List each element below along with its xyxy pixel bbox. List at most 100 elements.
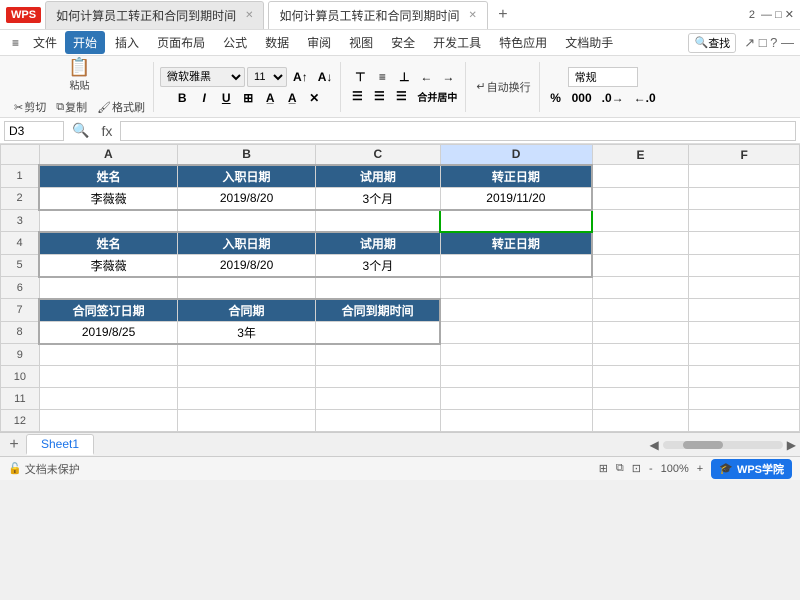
cell-r9-cC[interactable]: [316, 344, 440, 366]
cell-r10-cD[interactable]: [440, 366, 592, 388]
cell-r8-cE[interactable]: [592, 321, 689, 344]
ribbon-tab-special[interactable]: 特色应用: [491, 31, 555, 54]
cell-r11-cD[interactable]: [440, 388, 592, 410]
ribbon-tab-insert[interactable]: 插入: [107, 31, 147, 54]
row-number-11[interactable]: 11: [1, 388, 40, 410]
scroll-bar[interactable]: [663, 441, 783, 449]
doc-tab-2-close[interactable]: ✕: [468, 10, 476, 21]
cell-r6-cE[interactable]: [592, 277, 689, 299]
cell-r3-cF[interactable]: [689, 210, 800, 232]
cell-r7-cA[interactable]: 合同签订日期: [39, 299, 177, 322]
ribbon-tab-dev[interactable]: 开发工具: [425, 31, 489, 54]
row-number-12[interactable]: 12: [1, 410, 40, 432]
align-right-button[interactable]: ☰: [391, 88, 411, 104]
cell-r4-cC[interactable]: 试用期: [316, 232, 440, 255]
font-size-select[interactable]: 11: [247, 67, 287, 87]
thousands-button[interactable]: 000: [568, 90, 596, 106]
paste-button[interactable]: 📋 粘贴: [64, 56, 94, 94]
cell-r12-cD[interactable]: [440, 410, 592, 432]
new-tab-button[interactable]: +: [492, 4, 514, 26]
bold-button[interactable]: B: [172, 90, 192, 106]
row-number-7[interactable]: 7: [1, 299, 40, 322]
ribbon-tab-formula[interactable]: 公式: [215, 31, 255, 54]
zoom-out-icon[interactable]: -: [649, 463, 653, 475]
wps-academy-badge[interactable]: 🎓 WPS学院: [711, 459, 792, 479]
cell-r6-cC[interactable]: [316, 277, 440, 299]
copy-button[interactable]: ⧉ 复制: [52, 97, 91, 117]
cell-r4-cE[interactable]: [592, 232, 689, 255]
view-normal-icon[interactable]: ⊞: [599, 462, 608, 475]
cell-r8-cC[interactable]: [316, 321, 440, 344]
row-number-5[interactable]: 5: [1, 254, 40, 277]
cell-r7-cF[interactable]: [689, 299, 800, 322]
indent-inc-button[interactable]: →: [438, 69, 458, 85]
doc-tab-2[interactable]: 如何计算员工转正和合同到期时间 ✕: [268, 1, 487, 29]
cell-r9-cA[interactable]: [39, 344, 177, 366]
cell-r5-cC[interactable]: 3个月: [316, 254, 440, 277]
italic-button[interactable]: I: [194, 90, 214, 106]
cell-r5-cB[interactable]: 2019/8/20: [177, 254, 315, 277]
ribbon-tab-security[interactable]: 安全: [383, 31, 423, 54]
cell-r9-cD[interactable]: [440, 344, 592, 366]
formula-input[interactable]: [120, 121, 796, 141]
number-format-select[interactable]: 常规: [568, 67, 638, 87]
cell-r3-cB[interactable]: [177, 210, 315, 232]
cell-r2-cA[interactable]: 李薇薇: [39, 187, 177, 210]
cell-r4-cA[interactable]: 姓名: [39, 232, 177, 255]
cell-r6-cD[interactable]: [440, 277, 592, 299]
ribbon-tab-view[interactable]: 视图: [341, 31, 381, 54]
cell-r1-cB[interactable]: 入职日期: [177, 165, 315, 188]
cell-r7-cD[interactable]: [440, 299, 592, 322]
ribbon-tab-review[interactable]: 审阅: [299, 31, 339, 54]
cell-r12-cB[interactable]: [177, 410, 315, 432]
cell-r12-cC[interactable]: [316, 410, 440, 432]
sheet-add-button[interactable]: +: [4, 435, 24, 455]
ribbon-tab-data[interactable]: 数据: [257, 31, 297, 54]
cell-r10-cA[interactable]: [39, 366, 177, 388]
cell-r6-cB[interactable]: [177, 277, 315, 299]
decimal-inc-button[interactable]: .0→: [598, 90, 628, 106]
formula-search-icon[interactable]: 🔍: [68, 122, 93, 139]
cell-r11-cB[interactable]: [177, 388, 315, 410]
font-increase-button[interactable]: A↑: [289, 69, 312, 85]
align-center-button[interactable]: ☰: [369, 88, 389, 104]
cell-r9-cB[interactable]: [177, 344, 315, 366]
align-bottom-button[interactable]: ⊥: [394, 69, 414, 85]
cell-r2-cF[interactable]: [689, 187, 800, 210]
cell-r2-cD[interactable]: 2019/11/20: [440, 187, 592, 210]
cell-r10-cF[interactable]: [689, 366, 800, 388]
cell-r7-cE[interactable]: [592, 299, 689, 322]
doc-tab-1-close[interactable]: ✕: [245, 10, 253, 21]
ribbon-tab-assistant[interactable]: 文档助手: [557, 31, 621, 54]
cell-r2-cB[interactable]: 2019/8/20: [177, 187, 315, 210]
cell-r9-cE[interactable]: [592, 344, 689, 366]
cell-r2-cC[interactable]: 3个月: [316, 187, 440, 210]
ribbon-file-menu[interactable]: 文件: [27, 32, 63, 53]
cell-r6-cA[interactable]: [39, 277, 177, 299]
col-header-F[interactable]: F: [689, 145, 800, 165]
cell-r4-cB[interactable]: 入职日期: [177, 232, 315, 255]
formula-fx-icon[interactable]: fx: [97, 123, 116, 139]
row-number-3[interactable]: 3: [1, 210, 40, 232]
font-family-select[interactable]: 微软雅黑: [160, 67, 245, 87]
cell-r3-cE[interactable]: [592, 210, 689, 232]
col-header-B[interactable]: B: [177, 145, 315, 165]
cell-r3-cD[interactable]: [440, 210, 592, 232]
row-number-2[interactable]: 2: [1, 187, 40, 210]
cell-r8-cF[interactable]: [689, 321, 800, 344]
ribbon-tab-page-layout[interactable]: 页面布局: [149, 31, 213, 54]
align-top-button[interactable]: ⊤: [350, 69, 370, 85]
cell-r12-cE[interactable]: [592, 410, 689, 432]
cell-r6-cF[interactable]: [689, 277, 800, 299]
ribbon-menu-icon[interactable]: ≡: [6, 34, 25, 52]
col-header-E[interactable]: E: [592, 145, 689, 165]
underline-button[interactable]: U: [216, 90, 236, 106]
cell-r11-cA[interactable]: [39, 388, 177, 410]
font-color-button[interactable]: A̲: [282, 90, 302, 106]
view-page-icon[interactable]: ⧉: [616, 462, 624, 475]
cell-r5-cA[interactable]: 李薇薇: [39, 254, 177, 277]
cell-r1-cF[interactable]: [689, 165, 800, 188]
format-painter-button[interactable]: 🖌 格式刷: [93, 97, 149, 117]
row-number-4[interactable]: 4: [1, 232, 40, 255]
sheet-tab-sheet1[interactable]: Sheet1: [26, 434, 94, 455]
